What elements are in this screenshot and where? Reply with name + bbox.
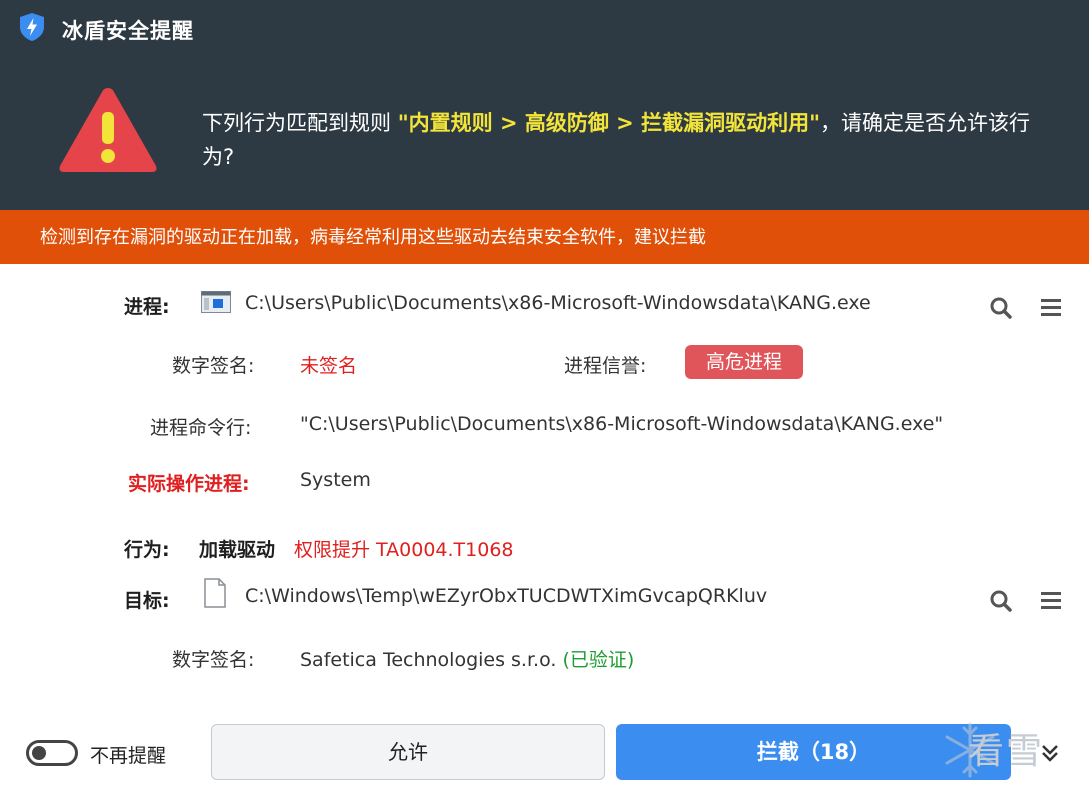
target-signature: Safetica Technologies s.r.o. (已验证) bbox=[300, 645, 634, 672]
alert-header: 冰盾安全提醒 下列行为匹配到规则 "内置规则 > 高级防御 > 拦截漏洞驱动利用… bbox=[0, 0, 1089, 210]
dont-remind-label: 不再提醒 bbox=[90, 745, 167, 767]
actual-process-label: 实际操作进程: bbox=[128, 473, 250, 495]
target-label: 目标: bbox=[124, 590, 170, 612]
reputation-badge: 高危进程 bbox=[685, 345, 803, 379]
process-path: C:\Users\Public\Documents\x86-Microsoft-… bbox=[245, 292, 871, 314]
toggle-knob bbox=[32, 746, 46, 760]
window-app-icon bbox=[201, 291, 231, 313]
target-path: C:\Windows\Temp\wEZyrObxTUCDWTXimGvcapQR… bbox=[245, 585, 768, 607]
process-signature-value: 未签名 bbox=[300, 355, 358, 377]
process-reputation-label: 进程信誉: bbox=[564, 355, 647, 377]
search-icon[interactable] bbox=[988, 588, 1014, 614]
alert-message-prefix: 下列行为匹配到规则 bbox=[202, 111, 398, 135]
file-icon bbox=[204, 578, 226, 608]
watermark-text: 看雪 bbox=[968, 731, 1045, 772]
actual-process-value: System bbox=[300, 469, 371, 491]
cmdline-value: "C:\Users\Public\Documents\x86-Microsoft… bbox=[300, 413, 944, 435]
target-signature-value: Safetica Technologies s.r.o. bbox=[300, 649, 557, 671]
behavior-label: 行为: bbox=[124, 539, 170, 561]
behavior-action: 加载驱动 bbox=[199, 539, 276, 561]
app-title: 冰盾安全提醒 bbox=[62, 19, 194, 43]
dont-remind-toggle[interactable] bbox=[26, 740, 78, 766]
verified-status: (已验证) bbox=[562, 649, 635, 671]
cmdline-label: 进程命令行: bbox=[150, 417, 252, 439]
menu-icon[interactable] bbox=[1039, 295, 1065, 321]
allow-button[interactable]: 允许 bbox=[211, 724, 605, 780]
menu-icon[interactable] bbox=[1039, 588, 1065, 614]
matched-rule: "内置规则 > 高级防御 > 拦截漏洞驱动利用" bbox=[397, 111, 821, 135]
warning-triangle-icon bbox=[59, 88, 157, 172]
shield-lightning-icon bbox=[20, 13, 44, 41]
search-icon[interactable] bbox=[988, 295, 1014, 321]
target-signature-label: 数字签名: bbox=[172, 649, 255, 671]
title-bar: 冰盾安全提醒 bbox=[0, 0, 1089, 54]
process-label: 进程: bbox=[124, 296, 170, 318]
warning-banner: 检测到存在漏洞的驱动正在加载，病毒经常利用这些驱动去结束安全软件，建议拦截 bbox=[0, 210, 1089, 264]
process-signature-label: 数字签名: bbox=[172, 355, 255, 377]
chevron-double-down-icon[interactable] bbox=[1035, 738, 1065, 768]
behavior-tag: 权限提升 TA0004.T1068 bbox=[294, 539, 514, 561]
banner-text: 检测到存在漏洞的驱动正在加载，病毒经常利用这些驱动去结束安全软件，建议拦截 bbox=[40, 227, 706, 248]
alert-message: 下列行为匹配到规则 "内置规则 > 高级防御 > 拦截漏洞驱动利用"，请确定是否… bbox=[202, 106, 1052, 174]
